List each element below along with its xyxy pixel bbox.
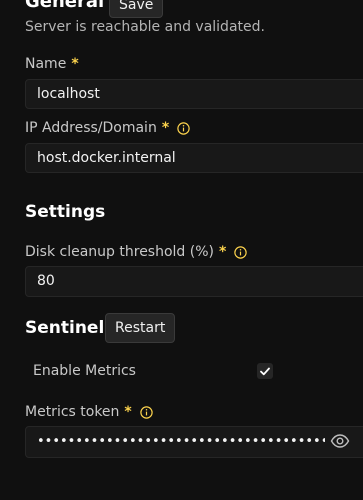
required-marker: * (219, 244, 227, 260)
disk-threshold-input[interactable]: 80 (25, 266, 363, 297)
ip-address-input[interactable]: host.docker.internal (25, 143, 363, 173)
metrics-token-masked-value: ••••••••••••••••••••••••••••••••••••••••… (37, 434, 325, 449)
status-subtitle: Server is reachable and validated. (25, 19, 265, 35)
name-input[interactable]: localhost (25, 79, 363, 109)
name-label: Name (25, 56, 67, 72)
info-icon[interactable] (140, 405, 153, 419)
disk-threshold-label: Disk cleanup threshold (%) (25, 244, 214, 260)
enable-metrics-label: Enable Metrics (33, 363, 136, 379)
eye-icon[interactable] (330, 433, 350, 449)
disk-label-row: Disk cleanup threshold (%) * (25, 243, 248, 261)
metrics-token-label: Metrics token (25, 404, 120, 420)
enable-metrics-checkbox[interactable] (257, 363, 273, 379)
page-title: General (25, 0, 105, 12)
sentinel-heading: Sentinel (25, 318, 105, 338)
metrics-token-label-row: Metrics token * (25, 403, 153, 421)
save-button[interactable]: Save (109, 0, 164, 18)
settings-heading: Settings (25, 202, 106, 222)
ip-label: IP Address/Domain (25, 120, 157, 136)
info-icon[interactable] (234, 245, 248, 259)
required-marker: * (124, 404, 132, 420)
restart-button[interactable]: Restart (105, 313, 176, 343)
required-marker: * (161, 120, 170, 136)
info-icon[interactable] (177, 121, 190, 135)
name-label-row: Name * (25, 55, 79, 73)
check-icon (260, 367, 270, 375)
ip-label-row: IP Address/Domain * (25, 119, 190, 137)
required-marker: * (71, 56, 79, 72)
